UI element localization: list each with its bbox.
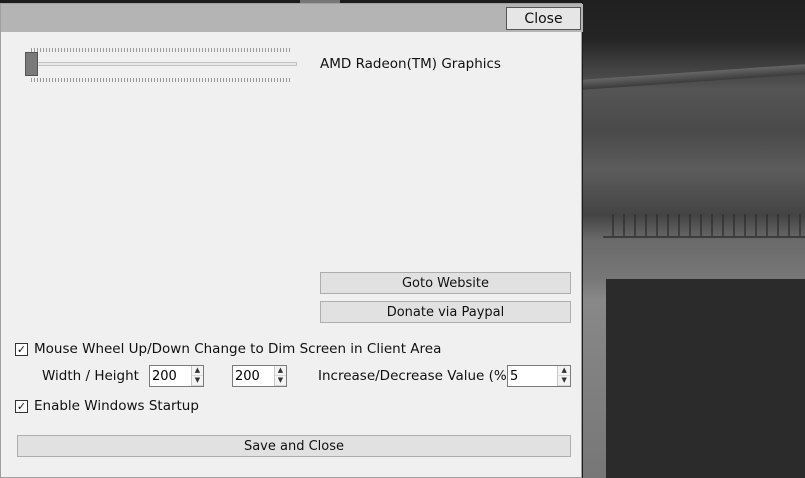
increase-decrease-label: Increase/Decrease Value (%) [318, 368, 512, 384]
dim-slider-thumb[interactable] [25, 52, 38, 76]
percent-input[interactable] [508, 366, 558, 386]
height-input[interactable] [233, 366, 274, 386]
percent-spin-arrows[interactable]: ▲ ▼ [557, 366, 570, 386]
startup-label: Enable Windows Startup [34, 398, 199, 414]
gpu-name-label: AMD Radeon(TM) Graphics [320, 56, 501, 72]
title-bar: Close [1, 4, 583, 32]
donate-paypal-button[interactable]: Donate via Paypal [320, 301, 571, 323]
background-fence [603, 214, 805, 238]
spin-down-icon[interactable]: ▼ [191, 376, 203, 386]
height-spinbox[interactable]: ▲ ▼ [232, 365, 287, 387]
spin-up-icon[interactable]: ▲ [274, 366, 286, 376]
height-spin-arrows[interactable]: ▲ ▼ [273, 366, 286, 386]
slider-ticks-top [31, 48, 291, 52]
mouse-wheel-label: Mouse Wheel Up/Down Change to Dim Screen… [34, 341, 442, 357]
spin-up-icon[interactable]: ▲ [191, 366, 203, 376]
width-spin-arrows[interactable]: ▲ ▼ [190, 366, 203, 386]
settings-dialog: Close AMD Radeon(TM) Graphics Goto Websi… [0, 3, 583, 478]
spin-up-icon[interactable]: ▲ [558, 366, 570, 376]
mouse-wheel-option[interactable]: ✓ Mouse Wheel Up/Down Change to Dim Scre… [15, 341, 441, 357]
mouse-wheel-checkbox[interactable]: ✓ [15, 342, 28, 356]
save-and-close-button[interactable]: Save and Close [17, 435, 571, 457]
close-button[interactable]: Close [506, 7, 581, 30]
percent-spinbox[interactable]: ▲ ▼ [507, 365, 571, 387]
goto-website-button[interactable]: Goto Website [320, 272, 571, 294]
startup-checkbox[interactable]: ✓ [15, 399, 28, 413]
dim-slider-track[interactable] [27, 62, 297, 66]
spin-down-icon[interactable]: ▼ [274, 376, 286, 386]
background-dark-panel [606, 279, 805, 478]
slider-ticks-bottom [31, 78, 291, 82]
background-hill [583, 64, 805, 90]
spin-down-icon[interactable]: ▼ [558, 376, 570, 386]
width-height-label: Width / Height [42, 368, 139, 384]
width-input[interactable] [150, 366, 191, 386]
width-spinbox[interactable]: ▲ ▼ [149, 365, 204, 387]
startup-option[interactable]: ✓ Enable Windows Startup [15, 398, 199, 414]
